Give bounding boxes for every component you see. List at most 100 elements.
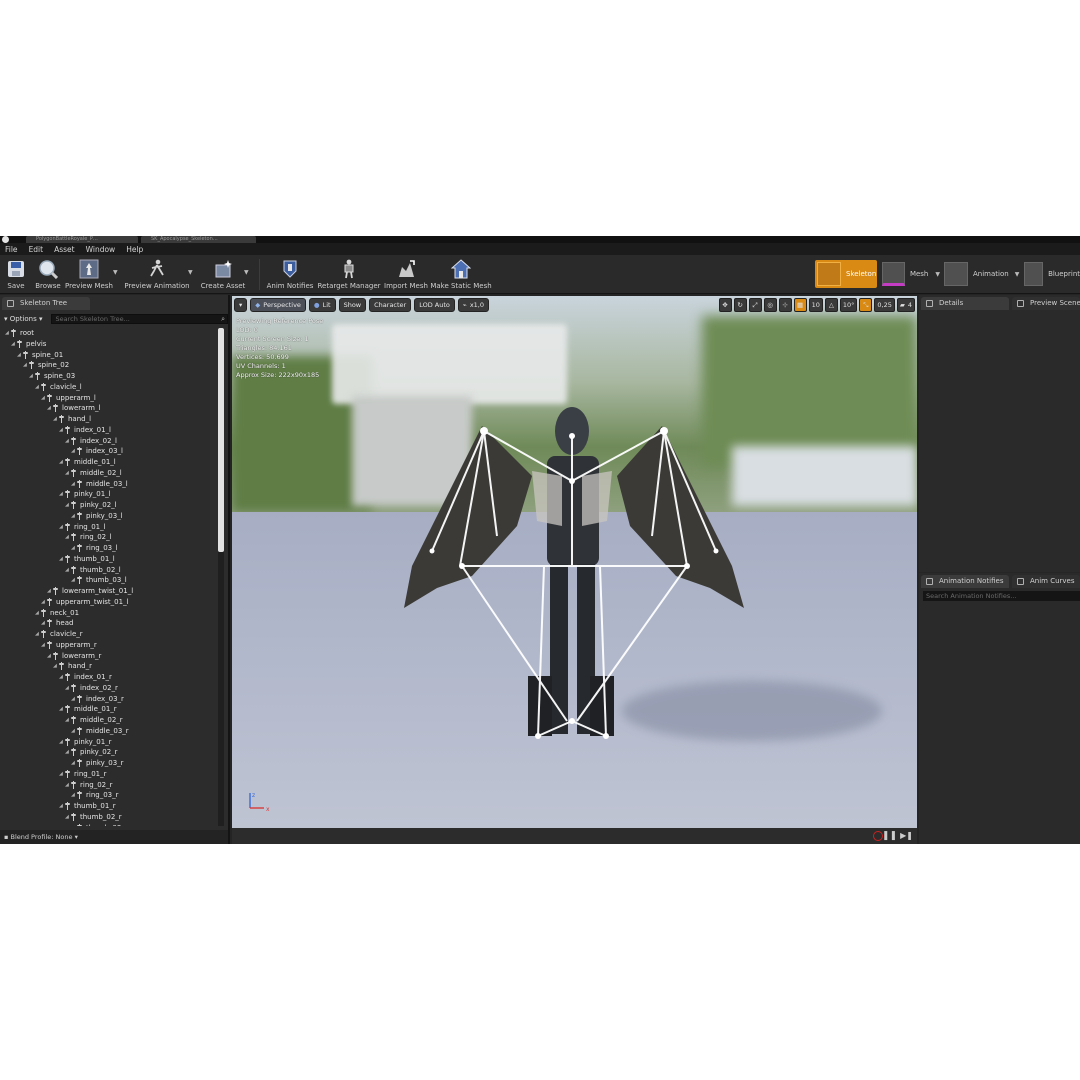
bone-row[interactable]: ◢ thumb_03_l: [71, 575, 127, 585]
bone-row[interactable]: ◢ ring_02_l: [65, 532, 112, 542]
bone-row[interactable]: ◢ index_01_l: [59, 425, 111, 435]
bone-row[interactable]: ◢ pinky_02_l: [65, 500, 117, 510]
bone-row[interactable]: ◢ pinky_03_r: [71, 758, 124, 768]
translate-tool-icon[interactable]: ✥: [718, 298, 732, 312]
bone-row[interactable]: ◢ pinky_03_l: [71, 511, 123, 521]
preview-viewport[interactable]: ▾ ◆ Perspective ● Lit Show Character LOD A…: [232, 296, 917, 828]
save-button[interactable]: Save: [4, 257, 28, 292]
make-static-mesh-button[interactable]: Make Static Mesh: [430, 257, 492, 292]
bone-row[interactable]: ◢ thumb_02_r: [65, 812, 122, 822]
preview-animation-button[interactable]: Preview Animation: [124, 257, 190, 292]
create-asset-dropdown-icon[interactable]: ▼: [244, 269, 249, 276]
create-asset-button[interactable]: Create Asset: [201, 257, 245, 292]
bone-row[interactable]: ◢ middle_03_r: [71, 726, 129, 736]
scale-snap-icon[interactable]: ⤡: [859, 298, 873, 312]
character-with-skeleton[interactable]: [232, 296, 917, 828]
preview-mesh-button[interactable]: Preview Mesh: [65, 257, 113, 292]
bone-row[interactable]: ◢ thumb_01_l: [59, 554, 115, 564]
rotation-snap-icon[interactable]: △: [824, 298, 838, 312]
perspective-button[interactable]: ◆ Perspective: [250, 298, 306, 312]
bone-row[interactable]: ◢ middle_03_l: [71, 479, 128, 489]
animation-notifies-search-input[interactable]: Search Animation Notifies...: [923, 591, 1080, 601]
bone-row[interactable]: ◢ upperarm_twist_01_l: [41, 597, 129, 607]
world-space-icon[interactable]: ◎: [763, 298, 777, 312]
skeleton-tree-search-input[interactable]: Search Skeleton Tree... ⌕: [50, 314, 228, 324]
bone-row[interactable]: ◢ index_02_l: [65, 436, 117, 446]
pause-icon[interactable]: ❚❚: [882, 831, 897, 841]
preview-animation-dropdown-icon[interactable]: ▼: [188, 269, 193, 276]
menu-file[interactable]: File: [5, 245, 18, 254]
bone-row[interactable]: ◢ root: [5, 328, 34, 338]
bone-row[interactable]: ◢ ring_01_l: [59, 522, 106, 532]
mesh-mode-button[interactable]: Mesh ▼: [880, 260, 940, 288]
document-tab-2[interactable]: SK_Apocalypse_Skeleton…: [141, 236, 256, 243]
bone-row[interactable]: ◢ index_03_l: [71, 446, 123, 456]
scale-tool-icon[interactable]: ⤢: [748, 298, 762, 312]
viewport-options-dropdown[interactable]: ▾: [234, 298, 248, 312]
character-button[interactable]: Character: [369, 298, 412, 312]
bone-row[interactable]: ◢ pinky_02_r: [65, 747, 118, 757]
lod-button[interactable]: LOD Auto: [414, 298, 455, 312]
bone-row[interactable]: ◢ spine_01: [17, 350, 63, 360]
step-forward-icon[interactable]: ▶❚: [900, 831, 913, 841]
bone-row[interactable]: ◢ upperarm_r: [41, 640, 97, 650]
skeleton-mode-button[interactable]: Skeleton: [815, 260, 877, 288]
bone-row[interactable]: ◢ hand_r: [53, 661, 92, 671]
bone-row[interactable]: ◢ middle_02_r: [65, 715, 123, 725]
bone-row[interactable]: ◢ ring_03_l: [71, 543, 118, 553]
details-tab[interactable]: Details: [921, 297, 1009, 310]
bone-row[interactable]: ◢ spine_02: [23, 360, 69, 370]
menu-window[interactable]: Window: [86, 245, 116, 254]
bone-row[interactable]: ◢ index_01_r: [59, 672, 112, 682]
bone-row[interactable]: ◢thumb_03_r: [71, 823, 128, 826]
grid-snap-icon[interactable]: ▦: [793, 298, 807, 312]
retarget-manager-button[interactable]: Retarget Manager: [317, 257, 381, 292]
menu-edit[interactable]: Edit: [29, 245, 44, 254]
bone-row[interactable]: ◢ lowerarm_r: [47, 651, 101, 661]
bone-row[interactable]: ◢ head: [41, 618, 73, 628]
bone-row[interactable]: ◢ pinky_01_r: [59, 737, 112, 747]
document-tab-1[interactable]: PolygonBattleRoyale_P…: [26, 236, 138, 243]
bone-row[interactable]: ◢ index_02_r: [65, 683, 118, 693]
blueprint-mode-button[interactable]: Blueprint: [1022, 260, 1080, 288]
lit-button[interactable]: ● Lit: [308, 298, 336, 312]
bone-row[interactable]: ◢ middle_02_l: [65, 468, 122, 478]
import-mesh-button[interactable]: Import Mesh: [384, 257, 428, 292]
anim-curves-tab[interactable]: Anim Curves: [1012, 575, 1080, 588]
options-button[interactable]: ▾ Options ▾: [4, 315, 43, 323]
bone-row[interactable]: ◢ ring_01_r: [59, 769, 107, 779]
skeleton-tree-scrollbar[interactable]: [218, 328, 224, 552]
preview-scene-settings-tab[interactable]: Preview Scene S: [1012, 297, 1080, 310]
playback-speed-button[interactable]: ⌁ x1,0: [457, 298, 489, 312]
preview-mesh-dropdown-icon[interactable]: ▼: [113, 269, 118, 276]
anim-notifies-button[interactable]: Anim Notifies: [267, 257, 313, 292]
rotation-snap-value[interactable]: 10°: [839, 298, 858, 312]
bone-row[interactable]: ◢ neck_01: [35, 608, 79, 618]
bone-row[interactable]: ◢ pinky_01_l: [59, 489, 111, 499]
bone-row[interactable]: ◢ spine_03: [29, 371, 75, 381]
bone-row[interactable]: ◢ clavicle_l: [35, 382, 82, 392]
blend-profile-dropdown[interactable]: ▪ Blend Profile: None ▾: [0, 830, 228, 844]
bone-row[interactable]: ◢ thumb_02_l: [65, 565, 121, 575]
animation-notifies-tab[interactable]: Animation Notifies: [921, 575, 1009, 588]
bone-row[interactable]: ◢ clavicle_r: [35, 629, 83, 639]
mesh-mode-dropdown-icon[interactable]: ▼: [935, 271, 940, 278]
bone-row[interactable]: ◢ thumb_01_r: [59, 801, 116, 811]
show-button[interactable]: Show: [338, 298, 367, 312]
bone-row[interactable]: ◢ hand_l: [53, 414, 91, 424]
menu-help[interactable]: Help: [126, 245, 143, 254]
bone-row[interactable]: ◢ middle_01_l: [59, 457, 116, 467]
animation-mode-dropdown-icon[interactable]: ▼: [1015, 271, 1020, 278]
bone-row[interactable]: ◢ lowerarm_l: [47, 403, 100, 413]
rotate-tool-icon[interactable]: ↻: [733, 298, 747, 312]
animation-mode-button[interactable]: Animation ▼: [942, 260, 1020, 288]
bone-row[interactable]: ◢ ring_02_r: [65, 780, 113, 790]
scale-snap-value[interactable]: 0,25: [874, 298, 895, 312]
browse-button[interactable]: Browse: [34, 257, 62, 292]
bone-row[interactable]: ◢ ring_03_r: [71, 790, 119, 800]
bone-row[interactable]: ◢ middle_01_r: [59, 704, 117, 714]
grid-snap-value[interactable]: 10: [808, 298, 823, 312]
bone-row[interactable]: ◢ upperarm_l: [41, 393, 96, 403]
menu-asset[interactable]: Asset: [54, 245, 75, 254]
skeleton-tree-tab[interactable]: Skeleton Tree: [2, 297, 90, 310]
